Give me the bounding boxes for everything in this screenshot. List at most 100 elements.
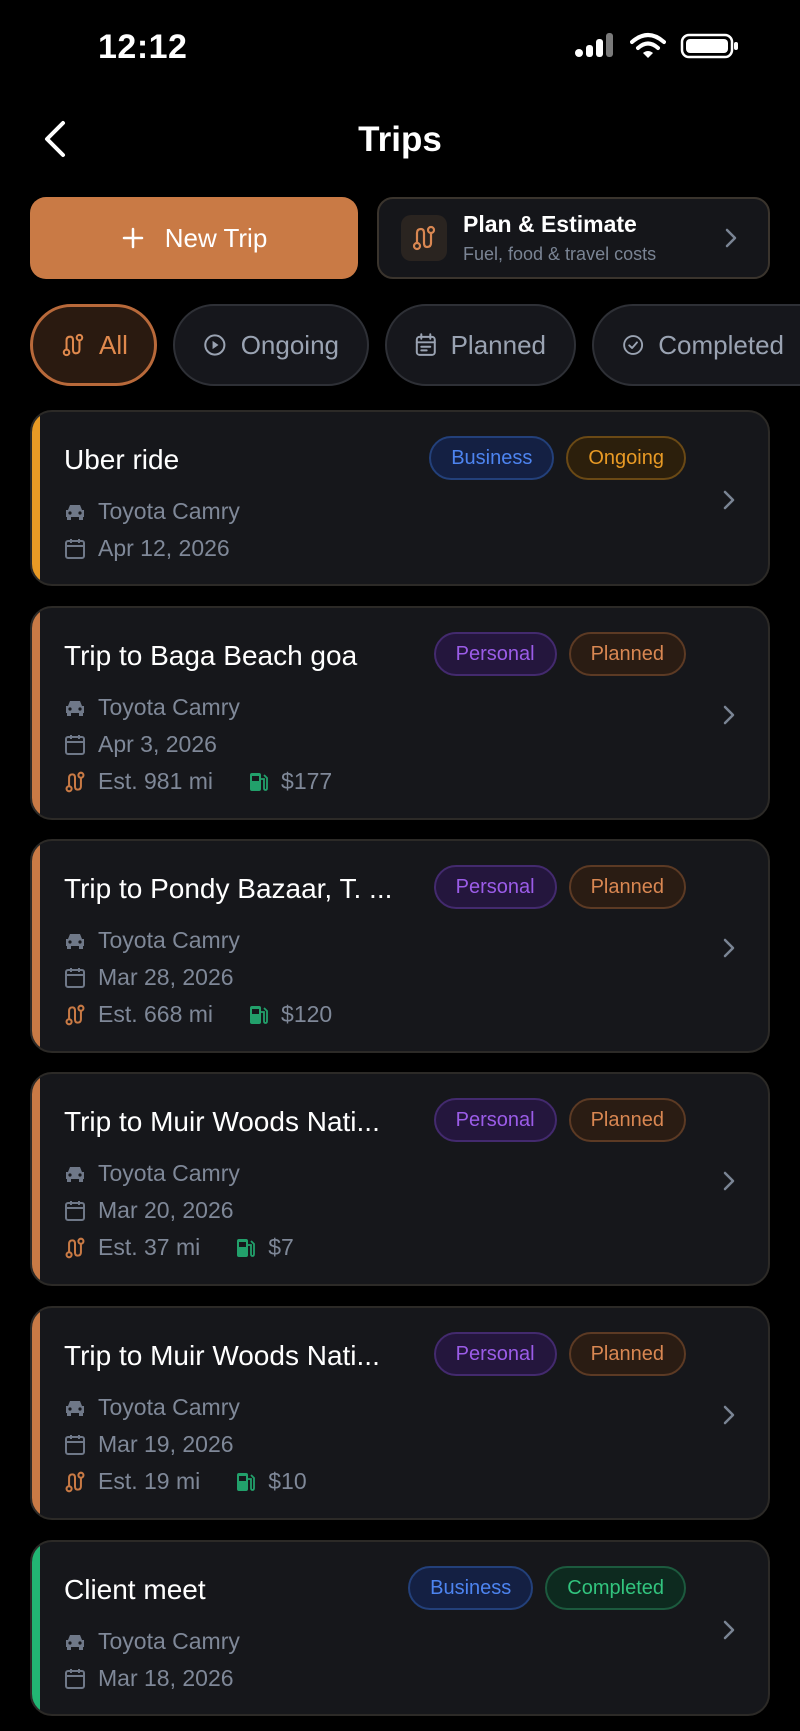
filter-chips: All Ongoing Planned Completed <box>30 304 800 386</box>
trip-date: Mar 28, 2026 <box>98 964 234 990</box>
status-accent <box>32 1308 40 1518</box>
calendar-icon <box>65 734 85 755</box>
chevron-right-icon <box>723 490 735 510</box>
car-icon <box>66 1400 84 1416</box>
trip-vehicle: Toyota Camry <box>98 927 240 953</box>
chevron-right-icon <box>723 938 735 958</box>
status-accent <box>32 1074 40 1284</box>
chevron-right-icon <box>723 705 735 725</box>
route-icon <box>65 1237 85 1258</box>
category-badge: Personal <box>433 1332 557 1376</box>
play-circle-icon <box>204 334 226 356</box>
trip-title: Trip to Muir Woods Nati... <box>64 1340 380 1371</box>
category-badge: Business <box>429 436 555 480</box>
status-badge: Completed <box>545 1566 686 1610</box>
status-bar: 12:12 <box>0 0 800 96</box>
fuel-icon <box>237 1472 256 1491</box>
calendar-icon <box>65 538 85 559</box>
chevron-right-icon <box>723 1405 735 1425</box>
car-icon <box>66 933 84 949</box>
trip-vehicle: Toyota Camry <box>98 1394 240 1420</box>
battery-icon <box>680 33 738 59</box>
header: Trips <box>0 100 800 180</box>
status-icons <box>574 32 740 60</box>
plan-title: Plan & Estimate <box>463 211 637 237</box>
route-icon <box>62 333 84 357</box>
fuel-icon <box>250 1005 268 1024</box>
trip-distance: Est. 19 mi <box>98 1468 201 1494</box>
status-badge: Planned <box>568 865 686 909</box>
category-badge: Personal <box>433 632 557 676</box>
filter-label: Planned <box>450 329 546 360</box>
trip-card[interactable]: Uber ride Business Ongoing Toyota Camry … <box>30 410 770 586</box>
chevron-right-icon <box>725 228 737 248</box>
calendar-icon <box>415 333 436 356</box>
car-icon <box>66 700 84 716</box>
trip-fuel-cost: $177 <box>281 768 333 794</box>
trip-date: Apr 3, 2026 <box>98 731 217 757</box>
trip-fuel-cost: $7 <box>268 1234 294 1260</box>
status-accent <box>32 412 40 584</box>
category-badge: Personal <box>433 865 557 909</box>
cellular-signal-icon <box>575 33 613 57</box>
new-trip-label: New Trip <box>164 222 268 253</box>
check-circle-icon <box>623 335 644 355</box>
chevron-right-icon <box>723 1620 735 1640</box>
filter-ongoing[interactable]: Ongoing <box>173 304 369 386</box>
calendar-icon <box>65 1434 85 1455</box>
trip-card[interactable]: Trip to Muir Woods Nati... Personal Plan… <box>30 1306 770 1520</box>
calendar-icon <box>65 1200 85 1221</box>
filter-label: Completed <box>658 329 784 360</box>
plus-icon <box>122 227 143 249</box>
category-badge: Personal <box>433 1098 557 1142</box>
trip-distance: Est. 668 mi <box>98 1001 214 1027</box>
route-icon <box>65 1004 85 1025</box>
trip-title: Client meet <box>64 1574 206 1605</box>
status-badge: Ongoing <box>566 436 686 480</box>
trip-title: Trip to Muir Woods Nati... <box>64 1106 380 1137</box>
status-badge: Planned <box>568 632 686 676</box>
trip-date: Mar 20, 2026 <box>98 1197 234 1223</box>
trip-card[interactable]: Client meet Business Completed Toyota Ca… <box>30 1540 770 1716</box>
filter-label: All <box>99 329 128 360</box>
calendar-icon <box>65 1668 85 1689</box>
calendar-icon <box>65 967 85 988</box>
trip-fuel-cost: $120 <box>281 1001 333 1027</box>
route-icon <box>65 1471 85 1492</box>
filter-planned[interactable]: Planned <box>385 304 576 386</box>
trip-title: Trip to Pondy Bazaar, T. ... <box>64 873 393 904</box>
new-trip-button[interactable]: New Trip <box>30 197 358 279</box>
trip-vehicle: Toyota Camry <box>98 694 240 720</box>
car-icon <box>66 1634 84 1650</box>
plan-subtitle: Fuel, food & travel costs <box>463 244 657 264</box>
trip-vehicle: Toyota Camry <box>98 1628 240 1654</box>
route-icon <box>412 225 436 251</box>
plan-icon-box <box>401 215 447 261</box>
filter-all[interactable]: All <box>30 304 157 386</box>
trip-card[interactable]: Trip to Muir Woods Nati... Personal Plan… <box>30 1072 770 1286</box>
plan-estimate-button[interactable]: Plan & Estimate Fuel, food & travel cost… <box>377 197 770 279</box>
wifi-icon <box>630 33 666 58</box>
status-badge: Planned <box>568 1098 686 1142</box>
trip-distance: Est. 37 mi <box>98 1234 201 1260</box>
status-time: 12:12 <box>98 28 188 66</box>
filter-completed[interactable]: Completed <box>592 304 800 386</box>
trip-date: Mar 18, 2026 <box>98 1665 234 1691</box>
status-accent <box>32 841 40 1051</box>
trip-fuel-cost: $10 <box>268 1468 307 1494</box>
trip-date: Mar 19, 2026 <box>98 1431 234 1457</box>
trip-distance: Est. 981 mi <box>98 768 214 794</box>
filter-label: Ongoing <box>240 329 339 360</box>
status-badge: Planned <box>568 1332 686 1376</box>
trip-card[interactable]: Trip to Baga Beach goa Personal Planned … <box>30 606 770 820</box>
trip-vehicle: Toyota Camry <box>98 498 240 524</box>
car-icon <box>66 504 84 520</box>
status-accent <box>32 608 40 818</box>
status-accent <box>32 1542 40 1714</box>
trip-title: Trip to Baga Beach goa <box>64 640 358 671</box>
trip-card[interactable]: Trip to Pondy Bazaar, T. ... Personal Pl… <box>30 839 770 1053</box>
fuel-icon <box>237 1238 256 1257</box>
chevron-right-icon <box>723 1171 735 1191</box>
car-icon <box>66 1166 84 1182</box>
route-icon <box>65 771 85 792</box>
